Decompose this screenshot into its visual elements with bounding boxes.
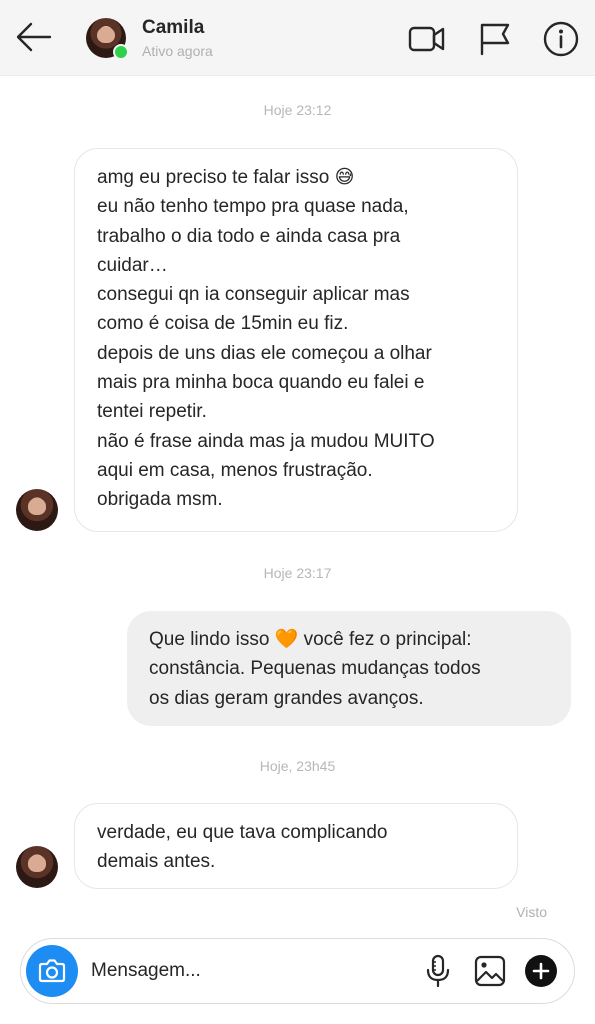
image-icon xyxy=(474,955,506,987)
avatar xyxy=(16,846,58,888)
contact-avatar[interactable] xyxy=(86,18,129,60)
info-icon xyxy=(543,21,579,57)
plus-circle-icon xyxy=(525,955,557,987)
microphone-icon xyxy=(426,954,450,988)
message-bubble-received[interactable]: verdade, eu que tava complicando demais … xyxy=(74,803,518,889)
back-button[interactable] xyxy=(14,20,54,54)
message-input[interactable] xyxy=(91,951,411,991)
message-bubble-sent[interactable]: Que lindo isso 🧡 você fez o principal: c… xyxy=(127,611,571,726)
more-button[interactable] xyxy=(524,954,558,988)
arrow-left-icon xyxy=(16,22,52,52)
info-button[interactable] xyxy=(542,20,580,58)
chat-header: Camila Ativo agora xyxy=(0,0,595,76)
message-composer xyxy=(20,938,575,1004)
report-button[interactable] xyxy=(476,20,514,58)
seen-indicator: Visto xyxy=(516,904,547,920)
video-call-button[interactable] xyxy=(408,20,446,58)
flag-icon xyxy=(480,23,510,56)
camera-button[interactable] xyxy=(26,945,78,997)
voice-message-button[interactable] xyxy=(421,954,455,988)
video-camera-icon xyxy=(408,26,445,52)
timestamp: Hoje 23:17 xyxy=(263,565,332,581)
online-status-dot xyxy=(113,44,129,60)
contact-name[interactable]: Camila xyxy=(142,17,204,39)
timestamp: Hoje 23:12 xyxy=(263,102,332,118)
message-avatar[interactable] xyxy=(16,489,58,531)
message-avatar[interactable] xyxy=(16,846,58,888)
camera-icon xyxy=(38,959,66,983)
contact-status: Ativo agora xyxy=(142,43,213,59)
gallery-button[interactable] xyxy=(473,954,507,988)
message-bubble-received[interactable]: amg eu preciso te falar isso 😅 eu não te… xyxy=(74,148,518,532)
timestamp: Hoje, 23h45 xyxy=(259,758,336,774)
avatar xyxy=(16,489,58,531)
